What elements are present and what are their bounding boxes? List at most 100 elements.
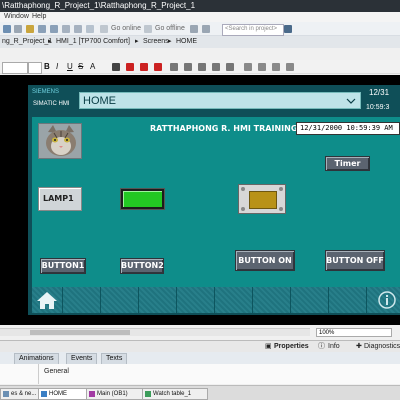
undo-icon[interactable] xyxy=(38,25,46,33)
screw-icon xyxy=(279,207,283,211)
align-icon[interactable] xyxy=(112,63,120,71)
breadcrumb-project[interactable]: ng_R_Project_1 xyxy=(2,37,52,47)
underline-button[interactable]: U xyxy=(67,61,73,73)
properties-sub-tabs: Animations Events Texts xyxy=(0,352,400,365)
breadcrumb-separator: ▸ xyxy=(135,38,139,45)
function-key[interactable] xyxy=(329,287,367,313)
menu-bar: Window Help xyxy=(0,12,400,22)
search-icon[interactable] xyxy=(284,25,292,33)
project-search-input[interactable]: <Search in project> xyxy=(222,24,284,36)
function-key[interactable] xyxy=(63,287,101,313)
editor-taskbar: es & ne... HOME Main (OB1) Watch table_1 xyxy=(0,385,400,400)
compile-icon[interactable] xyxy=(62,25,70,33)
cross-reference-icon[interactable] xyxy=(202,25,210,33)
general-section-label[interactable]: General xyxy=(44,368,69,375)
divider xyxy=(38,364,39,384)
lamp1-label[interactable]: LAMP1 xyxy=(38,187,82,211)
italic-button[interactable]: I xyxy=(56,61,58,73)
go-online-button[interactable]: Go online xyxy=(111,24,141,34)
text-color-icon[interactable] xyxy=(126,63,134,71)
save-icon[interactable] xyxy=(3,25,11,33)
go-online-icon[interactable] xyxy=(100,25,108,33)
screw-icon xyxy=(241,207,245,211)
fill-color-icon[interactable] xyxy=(140,63,148,71)
button-off[interactable]: BUTTON OFF xyxy=(325,250,385,271)
block-icon xyxy=(89,391,95,397)
header-date: 12/31 xyxy=(369,88,390,97)
scrollbar-thumb[interactable] xyxy=(30,330,130,335)
breadcrumb-separator: ▸ xyxy=(48,38,52,45)
timer-button[interactable]: Timer xyxy=(325,156,370,171)
redo-icon[interactable] xyxy=(50,25,58,33)
font-family-select[interactable] xyxy=(2,62,28,74)
function-key[interactable] xyxy=(101,287,139,313)
watch-table-icon xyxy=(145,391,151,397)
switch-graphic[interactable] xyxy=(238,184,286,214)
button2[interactable]: BUTTON2 xyxy=(120,258,164,274)
function-key[interactable] xyxy=(177,287,215,313)
tab-properties[interactable]: Properties xyxy=(274,342,309,352)
distribute-icon[interactable] xyxy=(286,63,294,71)
menu-window[interactable]: Window xyxy=(4,12,29,22)
chevron-down-icon[interactable] xyxy=(346,96,356,106)
button-on[interactable]: BUTTON ON xyxy=(235,250,295,271)
horizontal-scrollbar[interactable] xyxy=(0,328,310,336)
breadcrumb-screens[interactable]: Screens xyxy=(143,37,169,47)
indicator-fill xyxy=(123,191,162,207)
properties-icon: ▣ xyxy=(265,343,272,350)
green-indicator-lamp[interactable] xyxy=(120,188,165,210)
format-toolbar: B I U S A xyxy=(0,60,400,74)
devices-icon xyxy=(3,391,9,397)
group-icon[interactable] xyxy=(272,63,280,71)
simulate-icon[interactable] xyxy=(86,25,94,33)
screen-selector-value: HOME xyxy=(83,95,116,107)
task-label: HOME xyxy=(49,391,67,397)
info-tab-icon: ⓘ xyxy=(318,343,325,350)
font-size-up-button[interactable]: A xyxy=(90,61,95,73)
strikethrough-button[interactable]: S xyxy=(78,61,83,73)
screen-icon xyxy=(41,391,47,397)
go-offline-icon[interactable] xyxy=(144,25,152,33)
align-center-icon[interactable] xyxy=(212,63,220,71)
font-size-select[interactable] xyxy=(28,62,42,74)
task-label: es & ne... xyxy=(11,391,37,397)
datetime-field[interactable]: 12/31/2000 10:59:39 AM xyxy=(296,122,400,135)
screen-selector[interactable]: HOME xyxy=(79,92,361,109)
send-back-icon[interactable] xyxy=(258,63,266,71)
function-key[interactable] xyxy=(253,287,291,313)
breadcrumb-home[interactable]: HOME xyxy=(176,37,197,47)
align-left-icon[interactable] xyxy=(198,63,206,71)
switch-rocker xyxy=(249,191,277,209)
breadcrumb-device[interactable]: HMI_1 [TP700 Comfort] xyxy=(56,37,130,47)
menu-help[interactable]: Help xyxy=(32,12,46,22)
download-icon[interactable] xyxy=(74,25,82,33)
print-icon[interactable] xyxy=(14,25,22,33)
line-color-icon[interactable] xyxy=(154,63,162,71)
siemens-logo: SIEMENS xyxy=(32,89,60,95)
home-icon[interactable] xyxy=(33,289,61,311)
go-offline-button[interactable]: Go offline xyxy=(155,24,185,34)
screw-icon xyxy=(241,187,245,191)
bold-button[interactable]: B xyxy=(44,61,50,73)
function-key[interactable] xyxy=(215,287,253,313)
tab-diagnostics[interactable]: Diagnostics xyxy=(364,342,400,352)
bring-front-icon[interactable] xyxy=(244,63,252,71)
accessible-devices-icon[interactable] xyxy=(190,25,198,33)
line-style-icon[interactable] xyxy=(170,63,178,71)
task-watch-table[interactable]: Watch table_1 xyxy=(142,388,208,400)
inspector-tab-bar: ▣ Properties ⓘ Info ✚ Diagnostics xyxy=(0,340,400,352)
main-toolbar: Go online Go offline <Search in project> xyxy=(0,22,400,36)
open-icon[interactable] xyxy=(26,25,34,33)
line-width-icon[interactable] xyxy=(184,63,192,71)
function-key[interactable] xyxy=(139,287,177,313)
header-time: 10:59:3 xyxy=(366,104,390,111)
button1[interactable]: BUTTON1 xyxy=(40,258,86,274)
diagnostics-icon: ✚ xyxy=(356,343,362,350)
info-icon[interactable] xyxy=(376,289,398,311)
zoom-select[interactable]: 100% xyxy=(316,328,392,337)
screw-icon xyxy=(279,187,283,191)
tab-info[interactable]: Info xyxy=(328,342,340,352)
align-right-icon[interactable] xyxy=(226,63,234,71)
breadcrumb: ng_R_Project_1 ▸ HMI_1 [TP700 Comfort] ▸… xyxy=(0,36,400,48)
function-key[interactable] xyxy=(291,287,329,313)
